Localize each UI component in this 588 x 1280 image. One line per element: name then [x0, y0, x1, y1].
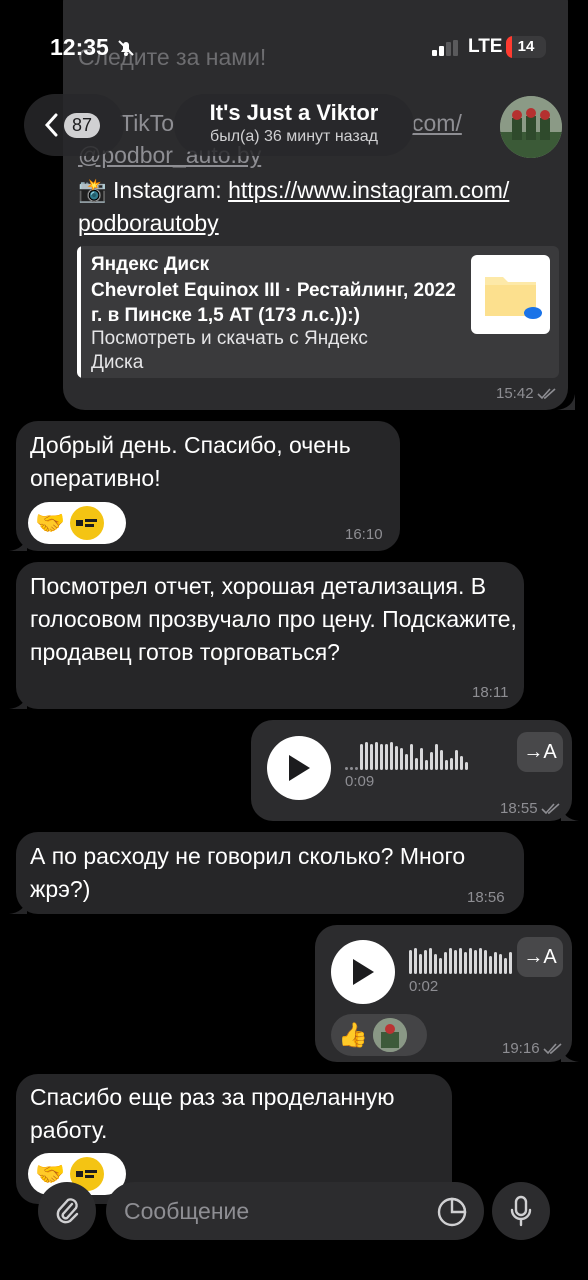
play-button[interactable]	[331, 940, 395, 1004]
microphone-icon	[510, 1195, 532, 1227]
reactor-avatar	[373, 1018, 407, 1052]
status-time: 12:35	[50, 34, 109, 60]
bubble-tail	[9, 693, 27, 709]
message-text: Спасибо еще раз за проделанную работу.	[30, 1084, 395, 1143]
chat-title[interactable]: It's Just a Viktor был(а) 36 минут назад	[174, 94, 414, 156]
message-time: 18:56	[467, 889, 505, 906]
instagram-line: 📸 Instagram: https://www.instagram.com/	[78, 174, 509, 207]
message-time: 18:11	[472, 684, 509, 701]
attach-button[interactable]	[38, 1182, 96, 1240]
message-time: 15:42	[496, 385, 557, 402]
sticker-icon[interactable]	[436, 1196, 468, 1228]
battery-level: 14	[517, 38, 535, 55]
transcribe-button[interactable]: →A	[517, 732, 563, 772]
message-time: 19:16	[502, 1040, 563, 1057]
status-bar: 12:35 LTE 14	[0, 0, 588, 96]
message-reactions[interactable]: 👍	[331, 1014, 427, 1056]
voice-duration: 0:09	[345, 773, 375, 790]
folder-icon	[471, 255, 550, 334]
instagram-link[interactable]: https://www.instagram.com/	[228, 177, 509, 203]
instagram-link-cont[interactable]: podborautoby	[78, 207, 219, 240]
voice-waveform[interactable]	[409, 944, 512, 974]
voice-waveform[interactable]	[345, 740, 468, 770]
preview-title: Chevrolet Equinox III · Рестайлинг, 2022…	[91, 280, 456, 326]
battery-icon: 14	[506, 36, 546, 58]
message-time: 18:55	[500, 800, 561, 817]
unread-count-badge: 87	[64, 112, 101, 138]
network-type: LTE	[468, 36, 503, 57]
bubble-tail	[9, 898, 27, 914]
message-input[interactable]	[106, 1182, 484, 1240]
message-time: 16:10	[345, 526, 383, 543]
double-check-icon	[542, 1042, 562, 1054]
bubble-tail	[561, 1046, 579, 1062]
double-check-icon	[540, 802, 560, 814]
contact-avatar[interactable]	[500, 96, 562, 158]
back-button[interactable]: 87	[24, 94, 124, 156]
transcribe-button[interactable]: →A	[517, 937, 563, 977]
play-icon	[289, 755, 310, 781]
bubble-tail	[557, 394, 575, 410]
microphone-button[interactable]	[492, 1182, 550, 1240]
paperclip-icon	[56, 1198, 79, 1224]
message-text: Добрый день. Спасибо, очень оперативно!	[30, 432, 351, 491]
preview-description: Посмотреть и скачать с Яндекс Диска	[91, 328, 368, 373]
play-icon	[353, 959, 374, 985]
play-button[interactable]	[267, 736, 331, 800]
double-check-icon	[536, 387, 556, 399]
bubble-tail	[9, 535, 27, 551]
bubble-tail	[561, 805, 579, 821]
chat-area: Следите за нами! TikTo com/ @podbor_auto.…	[0, 0, 588, 1280]
silent-mode-icon	[118, 40, 134, 56]
tiktok-prefix: TikTo	[120, 110, 175, 136]
voice-duration: 0:02	[409, 978, 439, 995]
signal-icon	[432, 40, 458, 56]
contact-name: It's Just a Viktor	[209, 100, 379, 125]
handshake-reaction[interactable]: 🤝	[34, 507, 66, 539]
message-reactions[interactable]: 🤝	[28, 502, 126, 544]
message-input-bar	[0, 1176, 588, 1280]
chevron-left-icon	[44, 113, 58, 137]
message-text: Посмотрел отчет, хорошая детализация. В …	[30, 573, 517, 665]
last-seen: был(а) 36 минут назад	[210, 128, 378, 145]
tiktok-link-suffix[interactable]: com/	[412, 110, 462, 137]
message-text: А по расходу не говорил сколько? Много ж…	[30, 843, 466, 902]
brand-logo-reaction[interactable]	[70, 506, 104, 540]
thumbs-up-reaction[interactable]: 👍	[337, 1019, 369, 1051]
preview-site-name: Яндекс Диск	[91, 254, 210, 275]
instagram-label: 📸 Instagram:	[78, 177, 229, 203]
preview-accent-bar	[77, 246, 81, 378]
link-preview-card[interactable]: Яндекс Диск Chevrolet Equinox III · Рест…	[77, 246, 559, 378]
